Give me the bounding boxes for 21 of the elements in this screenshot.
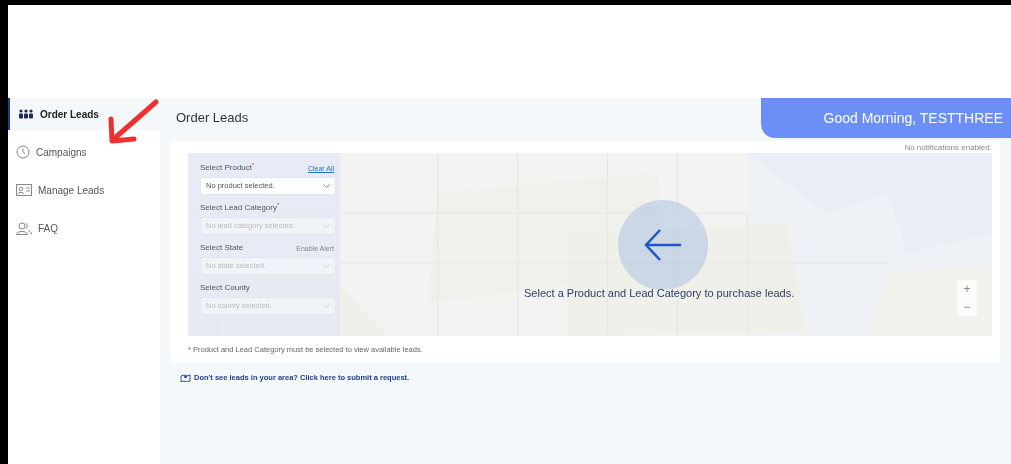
arrow-left-icon [643,228,683,262]
field-label: Select County [200,282,250,294]
clock-icon [16,145,30,159]
page-title: Order Leads [175,109,249,128]
users-icon [16,221,32,235]
greeting-banner: Good Morning, TESTTHREE [761,98,1011,138]
sidebar-item[interactable]: Order Leads [8,98,160,130]
chevron-down-icon [323,183,330,189]
field-label: Select State [200,242,244,254]
chevron-down-icon [323,263,330,269]
zoom-in-button[interactable]: + [957,280,977,298]
field-label: Select Lead Category$^{*}$ [200,202,280,214]
zoom-out-button[interactable]: − [957,298,977,316]
chevron-down-icon [323,223,330,229]
chevron-down-icon [323,303,330,309]
field-label: Select Product$^{*}$ [200,162,255,174]
notification-status: No notifications enabled. [904,143,992,152]
map-prompt: Select a Product and Lead Category to purchase leads. [524,286,795,301]
people-icon [18,109,34,119]
id-card-icon [16,184,32,196]
map-pin-icon [180,373,191,383]
